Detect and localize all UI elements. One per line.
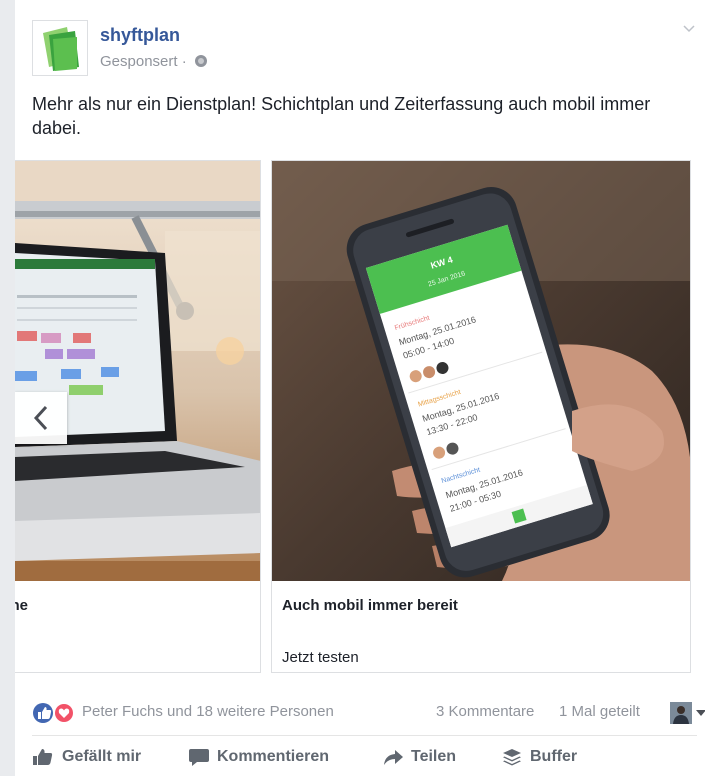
share-label: Teilen bbox=[411, 748, 457, 765]
shyftplan-logo[interactable] bbox=[32, 20, 88, 76]
sponsored-label: Gesponsert · bbox=[100, 53, 207, 70]
like-button[interactable]: Gefällt mir bbox=[32, 748, 141, 766]
caret-down-icon[interactable] bbox=[696, 710, 705, 716]
post-text: Mehr als nur ein Dienstplan! Schichtplan… bbox=[32, 94, 651, 138]
carousel-prev-button[interactable] bbox=[15, 392, 67, 444]
ad-carousel: ne bbox=[15, 160, 705, 676]
buffer-button[interactable]: Buffer bbox=[502, 748, 577, 766]
action-bar: Gefällt mir Kommentieren Teilen Buffer bbox=[32, 748, 697, 772]
reactions-bar: Peter Fuchs und 18 weitere Personen 3 Ko… bbox=[32, 700, 705, 724]
sponsored-text: Gesponsert · bbox=[100, 53, 187, 70]
reaction-icons[interactable] bbox=[32, 702, 76, 724]
like-label: Gefällt mir bbox=[62, 748, 142, 765]
buffer-stack-icon bbox=[503, 749, 521, 766]
laptop-image bbox=[15, 161, 260, 581]
comments-count-link[interactable]: 3 Kommentare bbox=[436, 703, 534, 720]
thumbs-up-icon bbox=[33, 749, 53, 765]
share-arrow-icon bbox=[384, 750, 403, 765]
reaction-names-link[interactable]: Peter Fuchs und 18 weitere Personen bbox=[82, 703, 334, 720]
comment-label: Kommentieren bbox=[217, 748, 330, 765]
buffer-label: Buffer bbox=[530, 748, 578, 765]
share-button[interactable]: Teilen bbox=[383, 748, 456, 766]
avatar[interactable] bbox=[670, 702, 692, 724]
comment-icon bbox=[189, 749, 209, 766]
phone-image: KW 4 25 Jan 2016 Frühschicht Montag, 25.… bbox=[272, 161, 690, 581]
sponsored-post: shyftplan Gesponsert · Mehr als nur ein … bbox=[15, 0, 705, 776]
shares-count-link[interactable]: 1 Mal geteilt bbox=[559, 703, 640, 720]
page-name-link[interactable]: shyftplan bbox=[100, 25, 180, 46]
post-header: shyftplan Gesponsert · bbox=[32, 20, 695, 76]
carousel-card-title: Auch mobil immer bereit bbox=[282, 597, 458, 614]
action-divider bbox=[32, 735, 697, 736]
chevron-down-icon[interactable] bbox=[683, 22, 695, 34]
cta-link[interactable]: Jetzt testen bbox=[282, 649, 359, 666]
chevron-left-icon bbox=[33, 405, 48, 431]
globe-icon bbox=[194, 55, 207, 67]
carousel-card-title: ne bbox=[15, 597, 28, 614]
carousel-card-phone[interactable]: KW 4 25 Jan 2016 Frühschicht Montag, 25.… bbox=[271, 160, 691, 673]
comment-button[interactable]: Kommentieren bbox=[189, 748, 329, 766]
